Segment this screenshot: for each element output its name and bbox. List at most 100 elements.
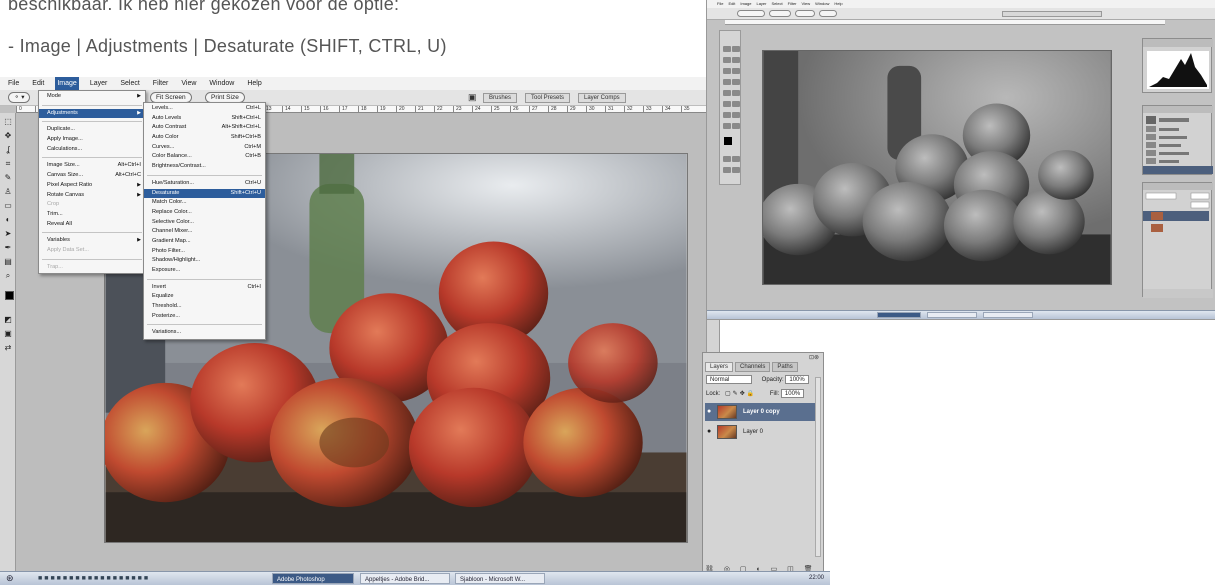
tab-layers[interactable]: Layers: [705, 362, 734, 372]
ruler-tick: 19: [377, 106, 396, 112]
menu-item-label: Trim...: [47, 210, 63, 217]
menu-item-rotate-canvas[interactable]: Rotate Canvas ▶: [39, 191, 145, 201]
jump-to-imageready-icon[interactable]: ⇄: [3, 343, 13, 352]
menu-item-levels[interactable]: Levels... Ctrl+L: [144, 104, 265, 114]
path-select-tool-icon[interactable]: ➤: [3, 229, 13, 238]
menu-edit[interactable]: Edit: [30, 77, 46, 90]
menu-item-brightness-contrast[interactable]: Brightness/Contrast...: [144, 162, 265, 172]
fill-input[interactable]: 100%: [780, 389, 805, 398]
menu-item-selective-color[interactable]: Selective Color...: [144, 218, 265, 228]
menu-item-label: Posterize...: [152, 312, 180, 319]
ruler-tick: 35: [681, 106, 700, 112]
menu-item-adjustments[interactable]: Adjustments ▶: [39, 108, 145, 119]
layers-scrollbar[interactable]: [815, 377, 821, 557]
notes-tool-icon[interactable]: ▤: [3, 257, 13, 266]
ruler-tick: 24: [472, 106, 491, 112]
menu-item-trim[interactable]: Trim...: [39, 210, 145, 220]
quick-launch-icons[interactable]: ■■■■■■■■■■■■■■■■■■: [38, 573, 150, 585]
menu-item-threshold[interactable]: Threshold...: [144, 302, 265, 312]
layer-row[interactable]: ● Layer 0: [705, 423, 819, 441]
menu-item-label: Image Size...: [47, 162, 80, 169]
visibility-eye-icon[interactable]: ●: [707, 403, 711, 421]
menu-item-reveal-all[interactable]: Reveal All: [39, 220, 145, 230]
toolbox: ⬚ ✥ ʆ ⌗ ✎ ♙ ▭ ◐ ➤ ✒ ▤ ⌕ ◩ ▣ ⇄: [0, 113, 17, 583]
menu-item-invert[interactable]: Invert Ctrl+I: [144, 283, 265, 293]
menu-item-canvas-size[interactable]: Canvas Size... Alt+Ctrl+C: [39, 171, 145, 181]
move-tool-icon[interactable]: ✥: [3, 131, 13, 140]
tab-tool-presets[interactable]: Tool Presets: [525, 93, 571, 103]
submenu-arrow-icon: ▶: [137, 191, 141, 198]
panel-menu-icon[interactable]: ⊡⊗: [809, 354, 819, 361]
small-pill: [795, 10, 815, 17]
zoom-tool-icon[interactable]: ⌕: [3, 271, 13, 280]
start-button-icon[interactable]: ⊛: [6, 572, 14, 584]
menu-item-label: Auto Color: [152, 134, 179, 141]
opacity-label: Opacity:: [761, 377, 784, 383]
menu-image[interactable]: Image: [55, 77, 79, 90]
dodge-tool-icon[interactable]: ◐: [3, 215, 13, 224]
blend-mode-select[interactable]: Normal: [706, 375, 752, 384]
menu-help[interactable]: Help: [245, 77, 263, 90]
menu-item-posterize[interactable]: Posterize...: [144, 312, 265, 322]
menu-window[interactable]: Window: [207, 77, 236, 90]
tab-paths[interactable]: Paths: [772, 362, 798, 372]
menu-item-exposure[interactable]: Exposure...: [144, 266, 265, 276]
menu-item-photo-filter[interactable]: Photo Filter...: [144, 247, 265, 257]
menu-separator: [42, 102, 142, 106]
opacity-input[interactable]: 100%: [785, 375, 809, 384]
submenu-arrow-icon: ▶: [137, 237, 141, 244]
eraser-tool-icon[interactable]: ▭: [3, 201, 13, 210]
layer-row[interactable]: ● Layer 0 copy: [705, 403, 819, 421]
brush-tool-icon[interactable]: ✎: [3, 173, 13, 182]
stamp-tool-icon[interactable]: ♙: [3, 187, 13, 196]
task-photoshop[interactable]: Adobe Photoshop: [272, 573, 354, 584]
menu-item-calculations[interactable]: Calculations...: [39, 145, 145, 155]
menu-select[interactable]: Select: [118, 77, 141, 90]
menu-item-desaturate[interactable]: Desaturate Shift+Ctrl+U: [144, 188, 265, 199]
menu-item-replace-color[interactable]: Replace Color...: [144, 208, 265, 218]
menu-item-auto-color[interactable]: Auto Color Shift+Ctrl+B: [144, 133, 265, 143]
menu-item-apply-image[interactable]: Apply Image...: [39, 135, 145, 145]
small-taskbar: [707, 310, 1215, 319]
crop-tool-icon[interactable]: ⌗: [3, 159, 13, 168]
lock-icons[interactable]: ▢✎✥🔒: [725, 391, 756, 397]
menu-item-gradient-map[interactable]: Gradient Map...: [144, 237, 265, 247]
visibility-eye-icon[interactable]: ●: [707, 423, 711, 441]
tab-channels[interactable]: Channels: [735, 362, 771, 372]
screen-mode-icon[interactable]: ▣: [3, 329, 13, 338]
lasso-tool-icon[interactable]: ʆ: [3, 145, 13, 154]
foreground-color-swatch[interactable]: [5, 291, 14, 300]
menu-item-auto-contrast[interactable]: Auto Contrast Alt+Shift+Ctrl+L: [144, 123, 265, 133]
menu-filter[interactable]: Filter: [151, 77, 171, 90]
small-task-bridge: [927, 312, 977, 318]
menu-item-label: Variations...: [152, 329, 182, 336]
menu-file[interactable]: File: [6, 77, 21, 90]
menu-item-pixel-aspect-ratio[interactable]: Pixel Aspect Ratio ▶: [39, 181, 145, 191]
menu-item-match-color[interactable]: Match Color...: [144, 198, 265, 208]
task-bridge[interactable]: Appeltjes - Adobe Brid...: [360, 573, 450, 584]
menu-item-channel-mixer[interactable]: Channel Mixer...: [144, 227, 265, 237]
menu-item-variables[interactable]: Variables ▶: [39, 236, 145, 246]
menu-item-duplicate[interactable]: Duplicate...: [39, 125, 145, 135]
menu-item-mode[interactable]: Mode ▶: [39, 92, 145, 102]
menu-item-equalize[interactable]: Equalize: [144, 292, 265, 302]
menu-layer[interactable]: Layer: [88, 77, 110, 90]
menu-view[interactable]: View: [179, 77, 198, 90]
ruler-tick: 14: [282, 106, 301, 112]
pen-tool-icon[interactable]: ✒: [3, 243, 13, 252]
marquee-tool-icon[interactable]: ⬚: [3, 117, 13, 126]
tab-brushes[interactable]: Brushes: [483, 93, 518, 103]
menu-item-hue-saturation[interactable]: Hue/Saturation... Ctrl+U: [144, 179, 265, 189]
menu-item-label: Levels...: [152, 105, 173, 111]
menu-item-auto-levels[interactable]: Auto Levels Shift+Ctrl+L: [144, 114, 265, 124]
quick-mask-icon[interactable]: ◩: [3, 315, 13, 324]
menu-item-curves[interactable]: Curves... Ctrl+M: [144, 143, 265, 153]
task-word[interactable]: Sjabloon - Microsoft W...: [455, 573, 545, 584]
menu-item-color-balance[interactable]: Color Balance... Ctrl+B: [144, 152, 265, 162]
menu-item-variations[interactable]: Variations...: [144, 328, 265, 338]
palette-well-icon[interactable]: ▣: [468, 92, 477, 103]
menu-item-shadow-highlight[interactable]: Shadow/Highlight...: [144, 256, 265, 266]
tool-preset-picker[interactable]: ⚬ ▾: [8, 92, 30, 103]
tab-layer-comps[interactable]: Layer Comps: [578, 93, 626, 103]
menu-item-image-size[interactable]: Image Size... Alt+Ctrl+I: [39, 161, 145, 171]
